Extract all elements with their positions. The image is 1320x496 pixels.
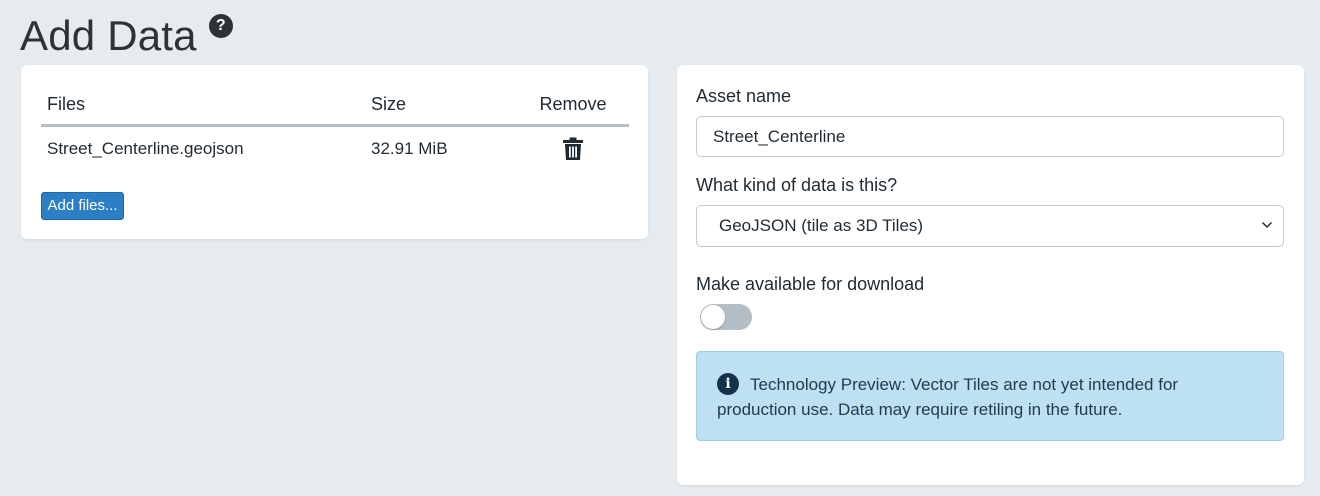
download-label: Make available for download <box>696 274 925 294</box>
asset-form-card: Asset name Street_Centerline What kind o… <box>677 65 1304 485</box>
info-alert-text: Technology Preview: Vector Tiles are not… <box>717 375 1179 419</box>
download-toggle[interactable] <box>700 304 752 330</box>
data-kind-selected-value: GeoJSON (tile as 3D Tiles) <box>719 216 924 235</box>
files-card: Files Size Remove Street_Centerline.geoj… <box>21 65 648 239</box>
remove-cell <box>517 137 629 161</box>
data-kind-label: What kind of data is this? <box>696 175 898 195</box>
data-kind-select[interactable]: GeoJSON (tile as 3D Tiles) <box>696 205 1284 247</box>
table-row: Street_Centerline.geojson 32.91 MiB <box>41 127 629 171</box>
asset-name-label: Asset name <box>696 86 792 106</box>
title-row: Add Data ? <box>20 8 233 64</box>
asset-name-input[interactable]: Street_Centerline <box>696 116 1284 157</box>
column-header-size: Size <box>371 94 407 114</box>
add-data-page: Add Data ? Files Size Remove Street_Cent… <box>0 0 1320 496</box>
toggle-knob <box>701 305 725 329</box>
question-circle-icon[interactable]: ? <box>208 14 233 38</box>
files-table: Files Size Remove Street_Centerline.geoj… <box>41 85 629 171</box>
files-table-header: Files Size Remove <box>41 85 629 127</box>
column-header-remove: Remove <box>539 94 607 114</box>
info-alert: i Technology Preview: Vector Tiles are n… <box>696 351 1284 441</box>
chevron-down-icon <box>1261 221 1273 229</box>
file-name: Street_Centerline.geojson <box>47 139 244 158</box>
file-size: 32.91 MiB <box>371 139 448 158</box>
trash-icon[interactable] <box>562 137 584 161</box>
add-files-button[interactable]: Add files... <box>41 192 124 220</box>
page-title: Add Data <box>20 12 197 59</box>
column-header-files: Files <box>47 94 86 114</box>
